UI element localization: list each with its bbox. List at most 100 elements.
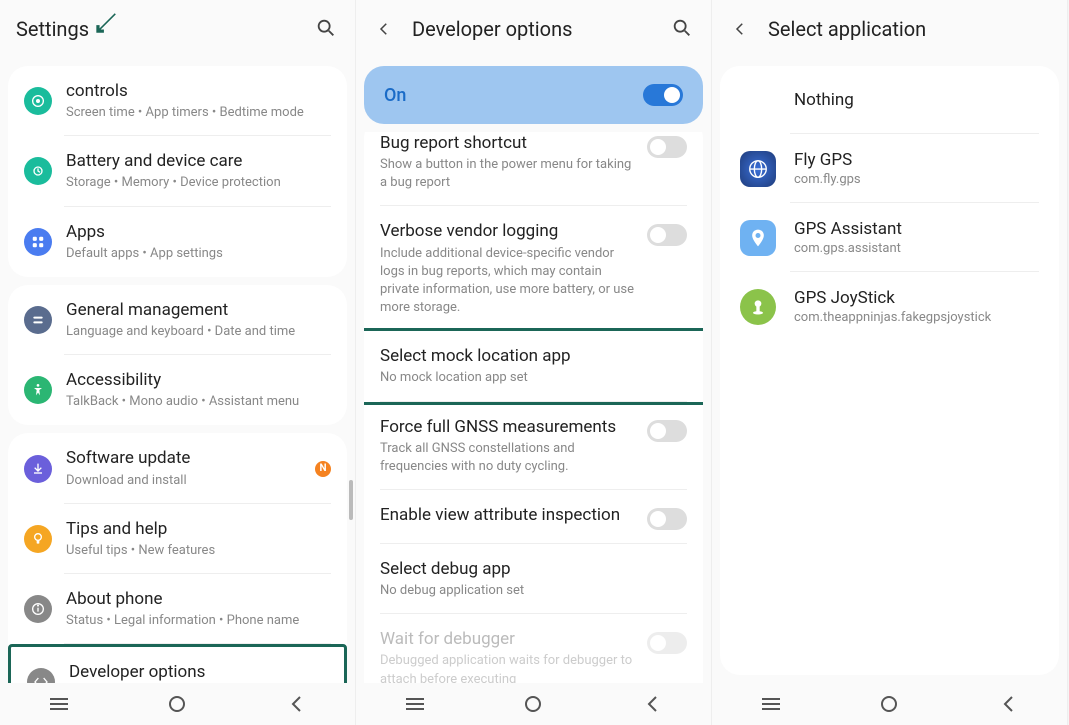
item-subtitle: TalkBack • Mono audio • Assistant menu [66,393,331,411]
dev-text: Select debug app No debug application se… [380,558,687,600]
toggle-col [647,504,687,530]
notification-badge: N [315,461,331,477]
app-item-fly-gps[interactable]: Fly GPS com.fly.gps [720,134,1059,203]
item-text: Developer options Developer options [69,661,328,683]
nav-recents[interactable] [741,697,801,711]
dev-item-debug-app[interactable]: Select debug app No debug application se… [364,544,703,614]
toggle-switch[interactable] [647,224,687,246]
item-text: General management Language and keyboard… [66,299,331,341]
nav-back[interactable] [978,695,1038,713]
toggle-switch[interactable] [643,84,683,106]
general-icon [24,306,52,334]
settings-item-battery[interactable]: Battery and device care Storage • Memory… [8,136,347,206]
dev-list: Bug report shortcut Show a button in the… [364,132,703,683]
app-text: Nothing [794,90,854,110]
dev-subtitle: Track all GNSS constellations and freque… [380,440,637,476]
settings-item-accessibility[interactable]: Accessibility TalkBack • Mono audio • As… [8,355,347,425]
app-text: GPS Assistant com.gps.assistant [794,219,902,256]
dev-item-view-attr[interactable]: Enable view attribute inspection [364,490,703,544]
dev-subtitle: Include additional device-specific vendo… [380,245,637,318]
dev-subtitle: Show a button in the power menu for taki… [380,156,637,192]
app-text: Fly GPS com.fly.gps [794,150,861,187]
dev-item-mock-location[interactable]: Select mock location app No mock locatio… [364,328,703,404]
search-icon[interactable] [671,17,695,41]
item-text: Apps Default apps • App settings [66,221,331,263]
dev-item-wait-debugger: Wait for debugger Debugged application w… [364,614,703,683]
settings-item-update[interactable]: Software update Download and install N [8,433,347,503]
dev-text: Wait for debugger Debugged application w… [380,628,647,683]
app-item-nothing[interactable]: Nothing [720,66,1059,134]
item-title: Developer options [69,661,328,683]
app-package: com.gps.assistant [794,241,902,256]
item-title: About phone [66,588,331,610]
item-text: Tips and help Useful tips • New features [66,518,331,560]
toggle-switch[interactable] [647,420,687,442]
back-icon[interactable] [372,17,396,41]
toggle-col [647,416,687,442]
settings-item-tips[interactable]: Tips and help Useful tips • New features [8,504,347,574]
dev-item-bug-report[interactable]: Bug report shortcut Show a button in the… [364,132,703,206]
dev-title: Verbose vendor logging [380,220,637,242]
dev-text: Enable view attribute inspection [380,504,647,526]
app-package: com.theappninjas.fakegpsjoystick [794,310,991,325]
nav-home[interactable] [147,695,207,713]
dev-item-gnss[interactable]: Force full GNSS measurements Track all G… [364,402,703,490]
dev-title: Select debug app [380,558,677,580]
toggle-switch[interactable] [647,136,687,158]
settings-item-about[interactable]: About phone Status • Legal information •… [8,574,347,644]
app-name: GPS Assistant [794,219,902,239]
settings-item-apps[interactable]: Apps Default apps • App settings [8,207,347,277]
joystick-icon [740,289,776,325]
app-text: GPS JoyStick com.theappninjas.fakegpsjoy… [794,288,991,325]
update-icon [24,455,52,483]
dev-item-verbose-logging[interactable]: Verbose vendor logging Include additiona… [364,206,703,331]
item-subtitle: Screen time • App timers • Bedtime mode [66,104,331,122]
dev-master-toggle[interactable]: On [364,66,703,124]
app-header: Select application [712,0,1067,58]
wellbeing-icon [24,87,52,115]
phone-icon [24,595,52,623]
item-title: Tips and help [66,518,331,540]
navbar [356,683,711,725]
settings-item-controls[interactable]: controls Screen time • App timers • Bedt… [8,66,347,136]
item-text: controls Screen time • App timers • Bedt… [66,80,331,122]
settings-item-developer-options[interactable]: Developer options Developer options [8,644,347,683]
toggle-col [647,628,687,654]
nav-back[interactable] [266,695,326,713]
pin-icon [740,220,776,256]
item-subtitle: Language and keyboard • Date and time [66,323,331,341]
app-name: Nothing [794,90,854,110]
nav-recents[interactable] [29,697,89,711]
dev-title: Bug report shortcut [380,132,637,154]
accessibility-icon [24,376,52,404]
app-icon-none [740,82,776,118]
nav-recents[interactable] [385,697,445,711]
nav-home[interactable] [503,695,563,713]
scrollbar[interactable] [349,480,353,520]
app-item-gps-joystick[interactable]: GPS JoyStick com.theappninjas.fakegpsjoy… [720,272,1059,341]
app-item-gps-assistant[interactable]: GPS Assistant com.gps.assistant [720,203,1059,272]
item-subtitle: Status • Legal information • Phone name [66,612,331,630]
search-icon[interactable] [315,17,339,41]
dev-title: Select mock location app [380,345,677,367]
nav-home[interactable] [859,695,919,713]
dev-title: Developer options [412,17,671,41]
settings-group: controls Screen time • App timers • Bedt… [8,66,347,277]
dev-content: Bug report shortcut Show a button in the… [356,132,711,683]
battery-icon [24,157,52,185]
navbar [712,683,1067,725]
toggle-switch[interactable] [647,508,687,530]
item-title: controls [66,80,331,102]
dev-title: Enable view attribute inspection [380,504,637,526]
item-title: Apps [66,221,331,243]
app-title: Select application [768,17,1051,41]
settings-header: Settings [0,0,355,58]
item-subtitle: Useful tips • New features [66,542,331,560]
back-icon[interactable] [728,17,752,41]
settings-title: Settings [16,17,315,41]
item-title: Accessibility [66,369,331,391]
nav-back[interactable] [622,695,682,713]
dev-title: Wait for debugger [380,628,637,650]
dev-subtitle: No debug application set [380,582,677,600]
settings-item-general[interactable]: General management Language and keyboard… [8,285,347,355]
